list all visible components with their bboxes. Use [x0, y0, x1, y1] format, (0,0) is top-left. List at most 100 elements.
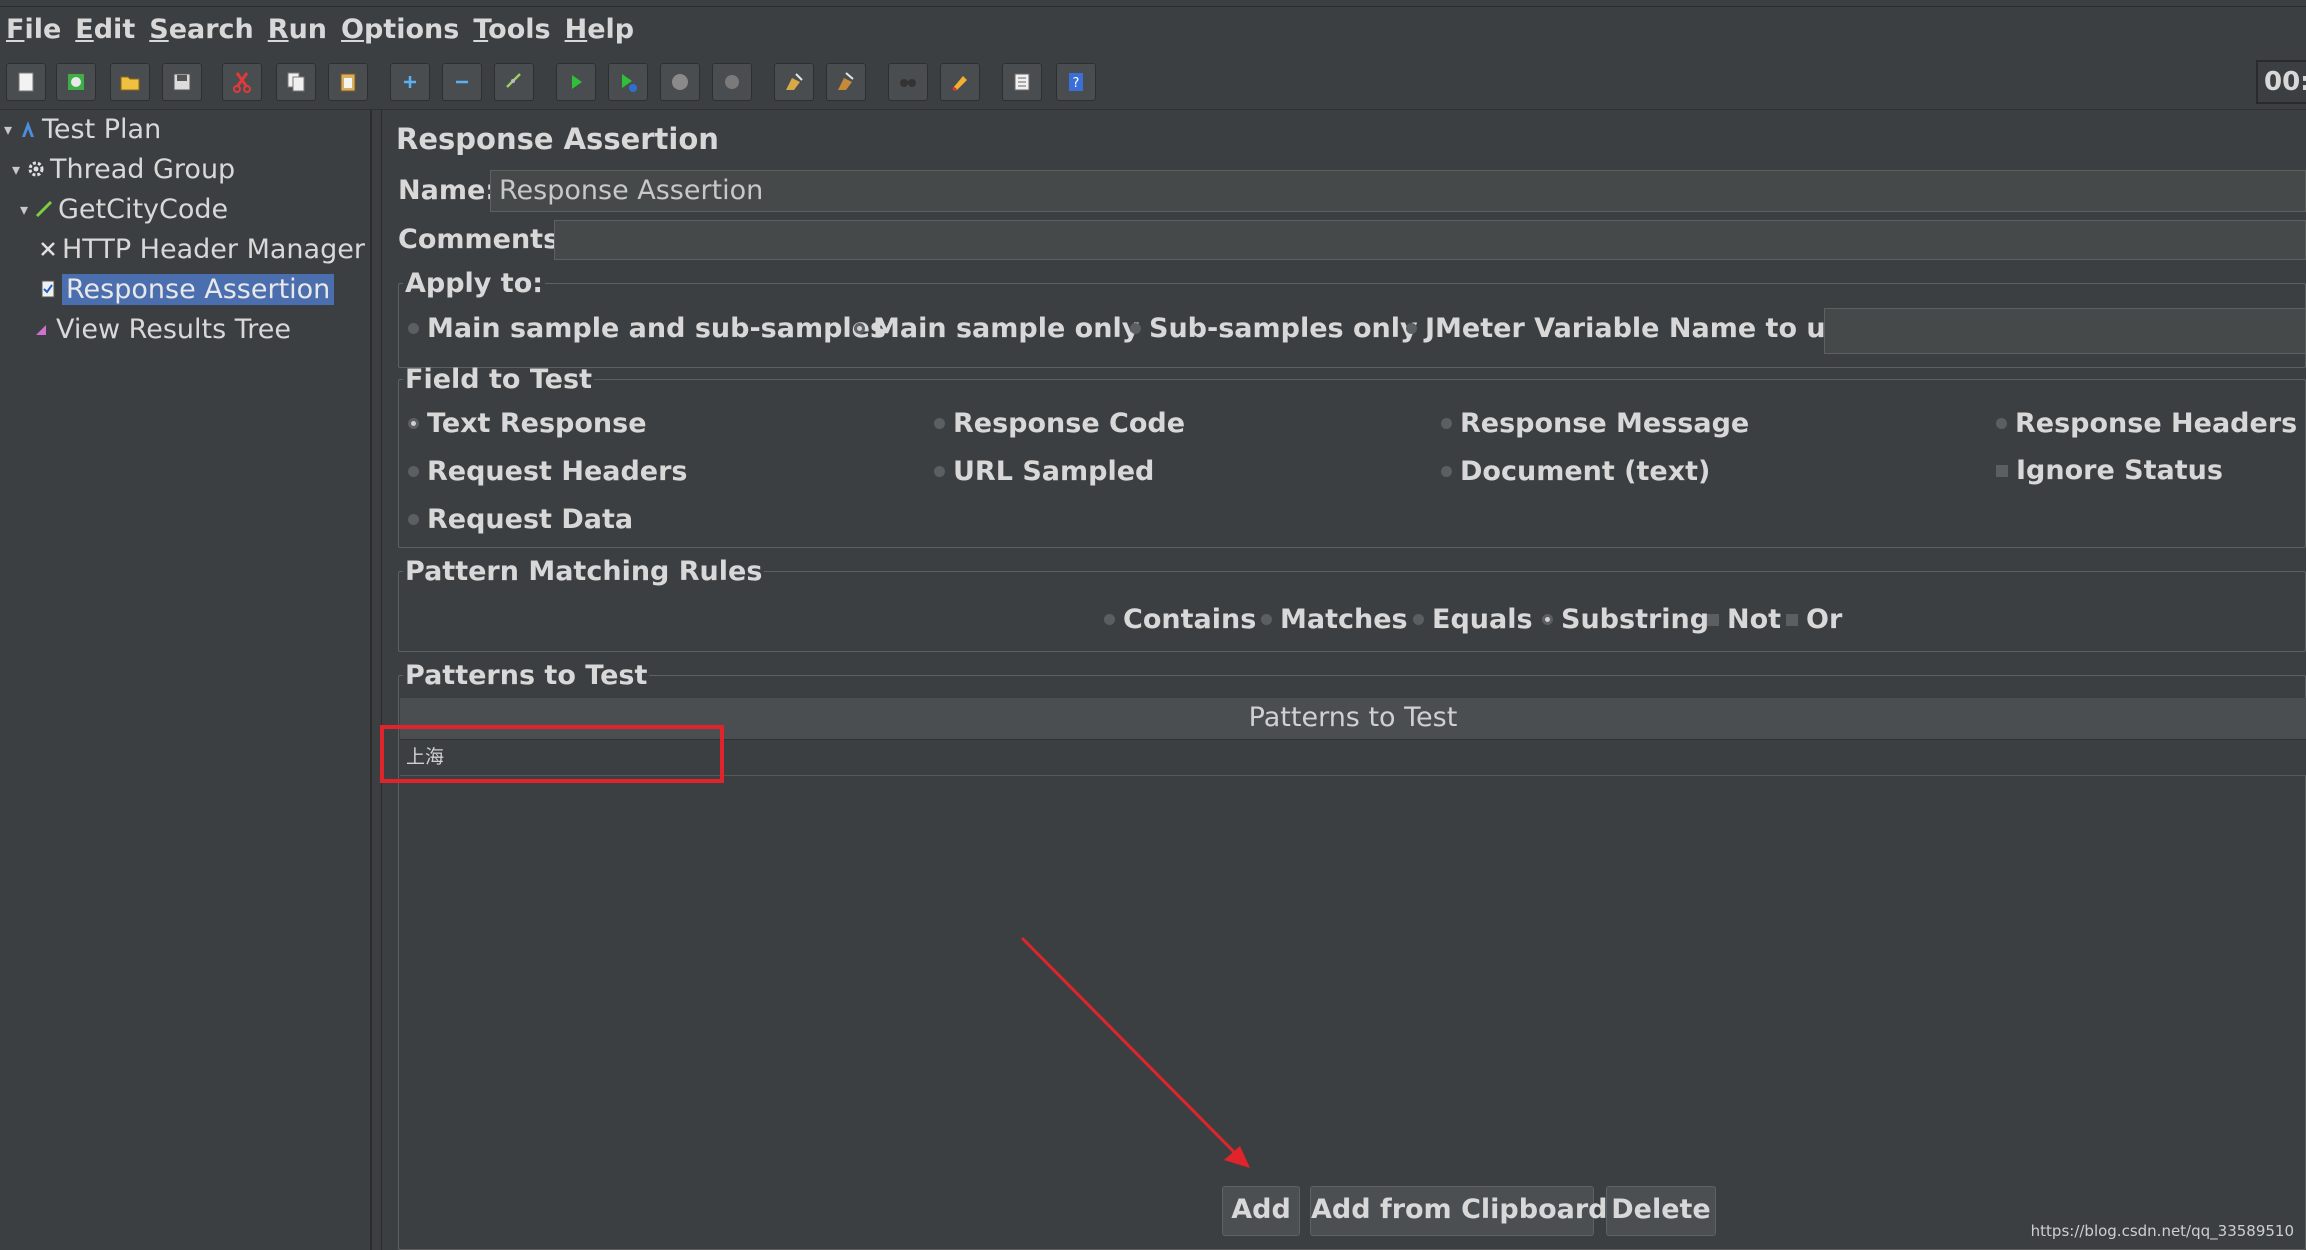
radio-response-code[interactable]: Response Code [934, 408, 1185, 439]
clear-button[interactable] [774, 63, 814, 101]
tree-node-thread-group[interactable]: ▾ Thread Group [12, 151, 235, 187]
radio-dot-icon [934, 466, 945, 477]
tree-node-view-results-tree[interactable]: View Results Tree [32, 311, 291, 347]
checkbox-label: Not [1727, 604, 1782, 635]
radio-label: Response Code [953, 408, 1186, 439]
radio-response-message[interactable]: Response Message [1441, 408, 1749, 439]
clear-all-button[interactable] [826, 63, 866, 101]
menu-search[interactable]: Search [149, 14, 254, 45]
jmeter-variable-name-field[interactable] [1824, 308, 2306, 354]
stop-button[interactable] [660, 63, 700, 101]
new-button[interactable] [6, 63, 46, 101]
expand-arrow-icon[interactable]: ▾ [20, 200, 34, 219]
search-icon [900, 79, 916, 87]
apply-to-legend: Apply to: [405, 268, 544, 299]
radio-dot-icon [1441, 418, 1452, 429]
add-button[interactable]: Add [1222, 1186, 1300, 1236]
search-button[interactable] [888, 63, 928, 101]
radio-label: JMeter Variable Name to use [1425, 313, 1861, 344]
menu-run-label: un [288, 14, 328, 45]
expand-arrow-icon[interactable]: ▾ [4, 120, 18, 139]
assertion-icon [38, 278, 58, 300]
radio-label: Main sample and sub-samples [427, 313, 887, 344]
split-pane-divider[interactable] [374, 110, 382, 1250]
name-field[interactable]: Response Assertion [490, 170, 2306, 212]
radio-main-and-sub-samples[interactable]: Main sample and sub-samples [408, 313, 886, 344]
collapse-button[interactable] [442, 63, 482, 101]
tree-node-getcitycode[interactable]: ▾ GetCityCode [20, 191, 228, 227]
menu-tools-label: ools [488, 14, 551, 45]
toggle-button[interactable] [494, 63, 534, 101]
tree-node-label: HTTP Header Manager [62, 233, 365, 265]
not-checkbox[interactable]: Not [1707, 604, 1781, 635]
radio-dot-icon [1130, 323, 1141, 334]
radio-dot-icon [1441, 466, 1452, 477]
function-helper-button[interactable] [1002, 63, 1042, 101]
comments-field[interactable] [554, 220, 2306, 260]
reset-search-button[interactable] [940, 63, 980, 101]
start-button[interactable] [556, 63, 596, 101]
templates-button[interactable] [56, 63, 96, 101]
watermark-text: https://blog.csdn.net/qq_33589510 [2030, 1222, 2294, 1240]
start-no-pauses-button[interactable] [608, 63, 648, 101]
ignore-status-checkbox[interactable]: Ignore Status [1996, 455, 2223, 486]
tree-node-response-assertion[interactable]: Response Assertion [38, 271, 335, 307]
menu-run[interactable]: Run [268, 14, 327, 45]
start-icon [572, 75, 582, 89]
menu-options[interactable]: Options [341, 14, 459, 45]
tree-node-http-header-manager[interactable]: HTTP Header Manager [38, 231, 365, 267]
radio-label: Contains [1123, 604, 1257, 635]
cut-button[interactable] [222, 63, 262, 101]
checkbox-icon [1786, 613, 1798, 626]
radio-equals[interactable]: Equals [1413, 604, 1533, 635]
menu-edit-label: dit [93, 14, 136, 45]
radio-dot-icon [408, 466, 419, 477]
radio-label: Document (text) [1460, 456, 1711, 487]
delete-button[interactable]: Delete [1606, 1186, 1716, 1236]
open-button[interactable] [110, 63, 150, 101]
menu-tools[interactable]: Tools [473, 14, 550, 45]
menu-options-label: ptions [363, 14, 460, 45]
shutdown-icon [725, 75, 739, 89]
radio-label: Main sample only [873, 313, 1140, 344]
radio-contains[interactable]: Contains [1104, 604, 1256, 635]
checkbox-icon [1707, 613, 1719, 626]
paste-icon [340, 73, 356, 92]
menu-file[interactable]: File [6, 14, 61, 45]
shutdown-button[interactable] [712, 63, 752, 101]
expand-arrow-icon[interactable]: ▾ [12, 160, 26, 179]
radio-request-data[interactable]: Request Data [408, 504, 633, 535]
menu-edit[interactable]: Edit [75, 14, 135, 45]
clear-all-icon [838, 72, 854, 90]
radio-response-headers[interactable]: Response Headers [1996, 408, 2297, 439]
function-helper-icon [1014, 73, 1030, 91]
help-button[interactable]: ? [1056, 63, 1096, 101]
radio-main-sample-only[interactable]: Main sample only [854, 313, 1139, 344]
save-button[interactable] [162, 63, 202, 101]
patterns-to-test-legend: Patterns to Test [405, 660, 648, 691]
radio-text-response[interactable]: Text Response [408, 408, 647, 439]
response-assertion-panel: Response Assertion Name: Response Assert… [380, 110, 2306, 1250]
menu-bar: File Edit Search Run Options Tools Help [0, 6, 2306, 52]
radio-dot-icon [1413, 614, 1424, 625]
radio-document-text[interactable]: Document (text) [1441, 456, 1710, 487]
radio-url-sampled[interactable]: URL Sampled [934, 456, 1154, 487]
expand-button[interactable] [390, 63, 430, 101]
new-icon [18, 72, 34, 92]
paste-button[interactable] [328, 63, 368, 101]
copy-button[interactable] [276, 63, 316, 101]
radio-request-headers[interactable]: Request Headers [408, 456, 688, 487]
add-from-clipboard-button[interactable]: Add from Clipboard [1310, 1186, 1608, 1236]
radio-matches[interactable]: Matches [1261, 604, 1408, 635]
tree-node-test-plan[interactable]: ▾ Test Plan [4, 111, 161, 147]
menu-file-mnemonic: F [6, 14, 25, 45]
radio-jmeter-variable[interactable]: JMeter Variable Name to use [1406, 313, 1860, 344]
radio-dot-icon [1996, 418, 2007, 429]
radio-substring[interactable]: Substring [1542, 604, 1709, 635]
svg-text:?: ? [1073, 76, 1080, 91]
menu-options-mnemonic: O [341, 14, 364, 45]
menu-help[interactable]: Help [565, 14, 635, 45]
or-checkbox[interactable]: Or [1786, 604, 1842, 635]
radio-sub-samples-only[interactable]: Sub-samples only [1130, 313, 1418, 344]
test-plan-tree: ▾ Test Plan ▾ Thread Group ▾ GetCityCode… [0, 110, 372, 1250]
